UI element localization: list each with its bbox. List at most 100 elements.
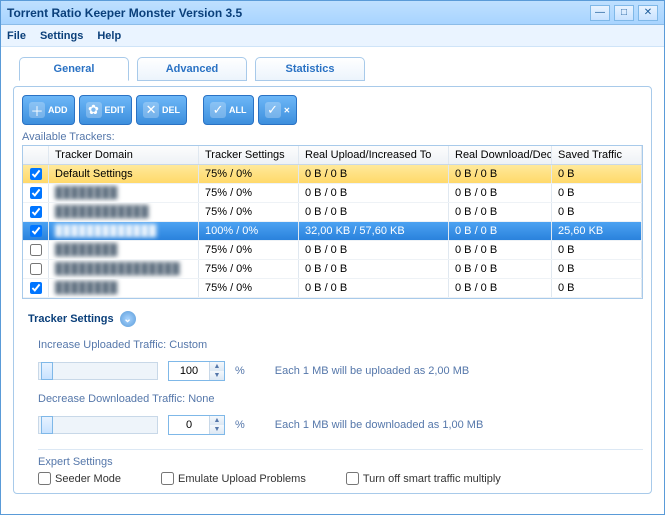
cell-download: 0 B / 0 B <box>449 184 552 202</box>
tracker-settings-section: Tracker Settings ⌄ Increase Uploaded Tra… <box>22 311 643 485</box>
col-upload[interactable]: Real Upload/Increased To <box>299 146 449 164</box>
cell-download: 0 B / 0 B <box>449 165 552 183</box>
table-row[interactable]: Default Settings75% / 0%0 B / 0 B0 B / 0… <box>23 165 642 184</box>
cell-download: 0 B / 0 B <box>449 279 552 297</box>
cell-domain: █████████████ <box>49 222 199 240</box>
menu-help[interactable]: Help <box>97 30 121 42</box>
cell-domain: ████████ <box>49 241 199 259</box>
cell-settings: 75% / 0% <box>199 184 299 202</box>
delete-button[interactable]: ✕DEL <box>136 95 187 125</box>
menubar: File Settings Help <box>1 25 664 47</box>
decrease-slider[interactable] <box>38 416 158 434</box>
table-row[interactable]: ████████75% / 0%0 B / 0 B0 B / 0 B0 B <box>23 241 642 260</box>
spin-down-icon[interactable]: ▼ <box>210 425 224 434</box>
tab-strip: General Advanced Statistics <box>13 57 652 81</box>
cell-upload: 32,00 KB / 57,60 KB <box>299 222 449 240</box>
row-checkbox[interactable] <box>30 225 42 237</box>
cell-upload: 0 B / 0 B <box>299 260 449 278</box>
row-checkbox[interactable] <box>30 282 42 294</box>
col-saved[interactable]: Saved Traffic <box>552 146 642 164</box>
cell-domain: ████████ <box>49 279 199 297</box>
decrease-spinner[interactable]: ▲▼ <box>168 415 225 435</box>
available-trackers-label: Available Trackers: <box>22 131 643 143</box>
check-x-icon: ✓ <box>265 102 281 118</box>
row-checkbox[interactable] <box>30 206 42 218</box>
gear-icon: ✿ <box>86 102 102 118</box>
general-panel: ＋ADD ✿EDIT ✕DEL ✓ALL ✓✕ Available Tracke… <box>13 86 652 494</box>
cell-saved: 0 B <box>552 203 642 221</box>
uncheck-all-button[interactable]: ✓✕ <box>258 95 298 125</box>
row-checkbox[interactable] <box>30 168 42 180</box>
table-row[interactable]: █████████████100% / 0%32,00 KB / 57,60 K… <box>23 222 642 241</box>
menu-file[interactable]: File <box>7 30 26 42</box>
close-button[interactable]: ✕ <box>638 5 658 21</box>
increase-slider[interactable] <box>38 362 158 380</box>
grid-header: Tracker Domain Tracker Settings Real Upl… <box>23 146 642 165</box>
cell-settings: 75% / 0% <box>199 165 299 183</box>
cell-settings: 75% / 0% <box>199 241 299 259</box>
add-button[interactable]: ＋ADD <box>22 95 75 125</box>
cell-saved: 0 B <box>552 165 642 183</box>
emulate-checkbox[interactable]: Emulate Upload Problems <box>161 472 306 485</box>
table-row[interactable]: ████████75% / 0%0 B / 0 B0 B / 0 B0 B <box>23 279 642 298</box>
cell-settings: 75% / 0% <box>199 279 299 297</box>
trackers-grid: Tracker Domain Tracker Settings Real Upl… <box>22 145 643 299</box>
col-settings[interactable]: Tracker Settings <box>199 146 299 164</box>
tab-advanced[interactable]: Advanced <box>137 57 247 81</box>
seeder-mode-checkbox[interactable]: Seeder Mode <box>38 472 121 485</box>
plus-icon: ＋ <box>29 102 45 118</box>
cell-saved: 25,60 KB <box>552 222 642 240</box>
col-domain[interactable]: Tracker Domain <box>49 146 199 164</box>
cell-upload: 0 B / 0 B <box>299 203 449 221</box>
row-checkbox[interactable] <box>30 263 42 275</box>
increase-value-input[interactable] <box>169 365 209 377</box>
cell-domain: ████████████████ <box>49 260 199 278</box>
spin-up-icon[interactable]: ▲ <box>210 362 224 371</box>
increase-info: Each 1 MB will be uploaded as 2,00 MB <box>275 365 469 377</box>
tab-general[interactable]: General <box>19 57 129 81</box>
collapse-icon[interactable]: ⌄ <box>120 311 136 327</box>
table-row[interactable]: ████████████████75% / 0%0 B / 0 B0 B / 0… <box>23 260 642 279</box>
tracker-settings-title: Tracker Settings <box>28 313 114 325</box>
cell-saved: 0 B <box>552 184 642 202</box>
cell-upload: 0 B / 0 B <box>299 279 449 297</box>
cell-download: 0 B / 0 B <box>449 260 552 278</box>
increase-spinner[interactable]: ▲▼ <box>168 361 225 381</box>
tab-statistics[interactable]: Statistics <box>255 57 365 81</box>
cell-settings: 100% / 0% <box>199 222 299 240</box>
maximize-button[interactable]: □ <box>614 5 634 21</box>
window-title: Torrent Ratio Keeper Monster Version 3.5 <box>7 6 586 20</box>
toolbar: ＋ADD ✿EDIT ✕DEL ✓ALL ✓✕ <box>22 95 643 125</box>
row-checkbox[interactable] <box>30 244 42 256</box>
cell-upload: 0 B / 0 B <box>299 241 449 259</box>
menu-settings[interactable]: Settings <box>40 30 83 42</box>
decrease-value-input[interactable] <box>169 419 209 431</box>
cell-upload: 0 B / 0 B <box>299 184 449 202</box>
check-icon: ✓ <box>210 102 226 118</box>
cell-settings: 75% / 0% <box>199 260 299 278</box>
cell-download: 0 B / 0 B <box>449 222 552 240</box>
increase-label: Increase Uploaded Traffic: Custom <box>38 339 643 351</box>
check-all-button[interactable]: ✓ALL <box>203 95 254 125</box>
cell-saved: 0 B <box>552 241 642 259</box>
cell-download: 0 B / 0 B <box>449 203 552 221</box>
turnoff-checkbox[interactable]: Turn off smart traffic multiply <box>346 472 501 485</box>
cell-domain: Default Settings <box>49 165 199 183</box>
titlebar: Torrent Ratio Keeper Monster Version 3.5… <box>1 1 664 25</box>
minimize-button[interactable]: — <box>590 5 610 21</box>
edit-button[interactable]: ✿EDIT <box>79 95 133 125</box>
col-download[interactable]: Real Download/Decreased To <box>449 146 552 164</box>
decrease-label: Decrease Downloaded Traffic: None <box>38 393 643 405</box>
cell-settings: 75% / 0% <box>199 203 299 221</box>
cell-domain: ████████████ <box>49 203 199 221</box>
cell-saved: 0 B <box>552 260 642 278</box>
spin-up-icon[interactable]: ▲ <box>210 416 224 425</box>
table-row[interactable]: ████████████75% / 0%0 B / 0 B0 B / 0 B0 … <box>23 203 642 222</box>
cell-saved: 0 B <box>552 279 642 297</box>
table-row[interactable]: ████████75% / 0%0 B / 0 B0 B / 0 B0 B <box>23 184 642 203</box>
x-icon: ✕ <box>143 102 159 118</box>
cell-upload: 0 B / 0 B <box>299 165 449 183</box>
spin-down-icon[interactable]: ▼ <box>210 371 224 380</box>
row-checkbox[interactable] <box>30 187 42 199</box>
expert-title: Expert Settings <box>38 456 643 468</box>
